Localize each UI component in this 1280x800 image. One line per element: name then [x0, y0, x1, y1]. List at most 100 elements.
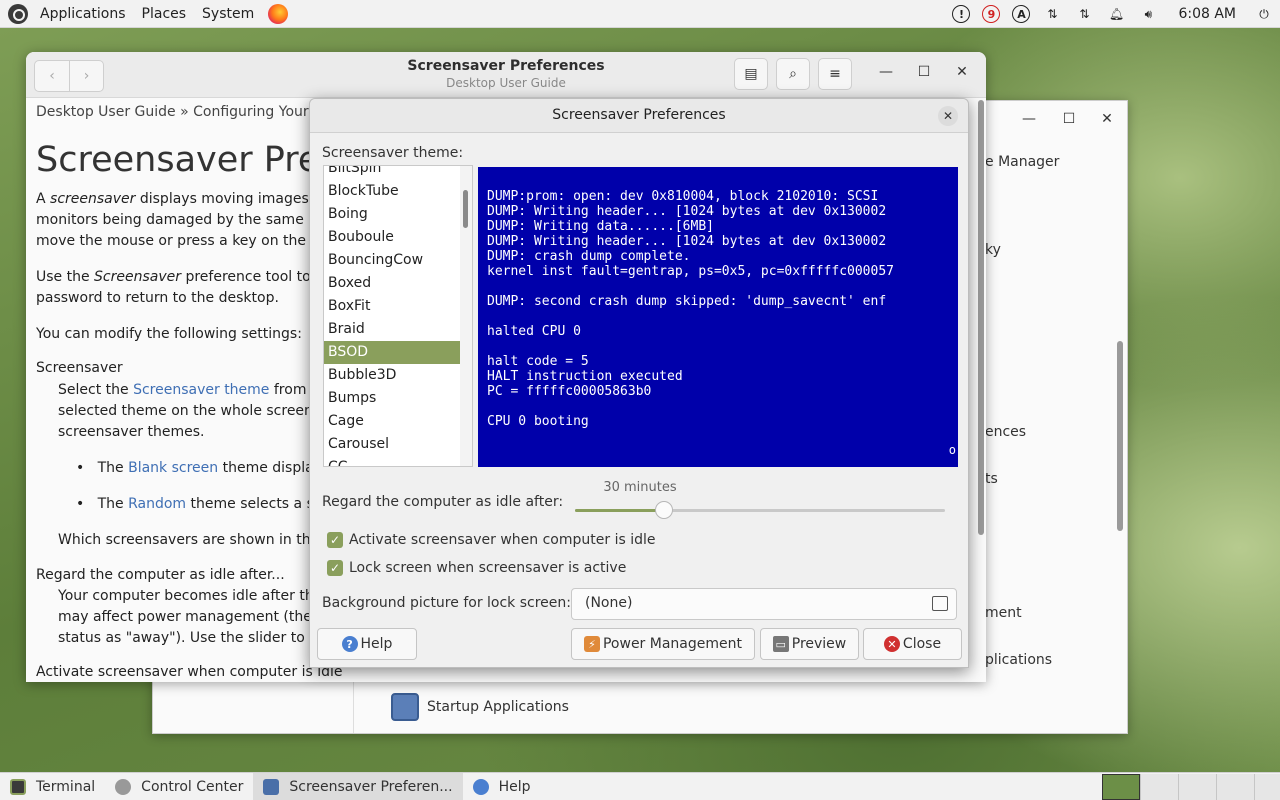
bookmarks-icon[interactable]: ▤ — [734, 58, 768, 90]
menu-icon[interactable]: ≡ — [818, 58, 852, 90]
text: The — [97, 460, 129, 476]
workspace-4[interactable] — [1216, 774, 1254, 800]
clock[interactable]: 6:08 AM — [1178, 6, 1236, 22]
cc-item-management[interactable]: ment — [985, 605, 1022, 621]
theme-list-item[interactable]: BlitSpin — [324, 166, 471, 180]
taskbar-terminal[interactable]: Terminal — [0, 773, 105, 800]
minimize-icon[interactable]: — — [876, 64, 896, 80]
firefox-icon[interactable] — [268, 3, 289, 24]
taskbar-help[interactable]: Help — [463, 773, 541, 800]
preview-text-line: DUMP: crash dump complete. — [487, 249, 691, 264]
cc-close-icon[interactable]: ✕ — [1097, 111, 1117, 127]
theme-list-item[interactable]: Bubble3D — [324, 364, 471, 387]
theme-list-item[interactable]: BoxFit — [324, 295, 471, 318]
dialog-titlebar: Screensaver Preferences ✕ — [310, 99, 968, 133]
power-icon[interactable]: ⏻ — [1254, 4, 1274, 24]
close-button-icon: ✕ — [883, 636, 900, 652]
help-button[interactable]: ? Help — [317, 628, 417, 660]
preview-text-line — [487, 399, 958, 414]
bg-picture-value: (None) — [585, 595, 633, 611]
workspace-2[interactable] — [1140, 774, 1178, 800]
bell-icon[interactable]: 🔔︎ — [1106, 4, 1126, 24]
idle-slider-handle[interactable] — [654, 501, 673, 519]
theme-list-item[interactable]: Carousel — [324, 433, 471, 456]
theme-list-item[interactable]: Bouboule — [324, 226, 471, 249]
network-secondary-icon[interactable]: ⇅ — [1074, 4, 1094, 24]
startup-applications-label[interactable]: Startup Applications — [427, 699, 569, 715]
places-menu[interactable]: Places — [134, 0, 195, 28]
top-panel: Applications Places System ! 9 A ⇅ ⇅ 🔔︎ … — [0, 0, 1280, 28]
screensaver-theme-link[interactable]: Screensaver theme — [133, 382, 269, 398]
text: Select the — [58, 382, 134, 398]
startup-applications-icon[interactable] — [391, 693, 419, 721]
lock-checkbox-row[interactable]: ✓ Lock screen when screensaver is active — [327, 560, 626, 576]
theme-list[interactable]: BlitSpin BlockTube Boing Bouboule BouncingCo… — [323, 165, 472, 467]
help-scrollbar[interactable] — [978, 100, 984, 535]
cc-item-applications[interactable]: plications — [985, 652, 1052, 668]
theme-list-item[interactable]: Cage — [324, 410, 471, 433]
dialog-close-icon[interactable]: ✕ — [938, 106, 958, 126]
volume-icon[interactable]: 🔊︎ — [1138, 4, 1158, 24]
preview-text-line: DUMP: Writing header... [1024 bytes at d… — [487, 204, 887, 219]
preview-button[interactable]: ▭ Preview — [760, 628, 859, 660]
maximize-icon[interactable]: ☐ — [914, 64, 934, 80]
close-icon[interactable]: ✕ — [952, 64, 972, 80]
taskbar-label: Screensaver Preferen... — [289, 778, 453, 795]
accessibility-icon[interactable]: A — [1012, 5, 1031, 23]
preview-icon: ▭ — [772, 636, 789, 652]
taskbar-control-center[interactable]: Control Center — [105, 773, 253, 800]
cc-scrollbar[interactable] — [1117, 341, 1123, 531]
preview-text-line: halted CPU 0 — [487, 324, 581, 339]
power-management-button[interactable]: ⚡ Power Management — [571, 628, 755, 660]
theme-list-item[interactable]: Boxed — [324, 272, 471, 295]
theme-items: BlitSpin BlockTube Boing Bouboule BouncingCo… — [324, 166, 471, 466]
workspace-1[interactable] — [1102, 774, 1140, 800]
activate-checkbox-row[interactable]: ✓ Activate screensaver when computer is … — [327, 532, 655, 548]
text-em: Screensaver — [94, 269, 181, 285]
theme-list-item[interactable]: CC — [324, 456, 471, 466]
theme-list-item[interactable]: BouncingCow — [324, 249, 471, 272]
theme-list-scroll-thumb[interactable] — [463, 190, 468, 228]
preview-corner-text: o — [948, 443, 956, 457]
search-icon[interactable]: ⌕ — [776, 58, 810, 90]
cc-item-preferences[interactable]: ences — [985, 424, 1026, 440]
preview-text-line: DUMP: Writing header... [1024 bytes at d… — [487, 234, 887, 249]
terminal-icon — [10, 778, 26, 795]
cc-maximize-icon[interactable]: ☐ — [1059, 111, 1079, 127]
cc-item-manager[interactable]: e Manager — [985, 154, 1059, 170]
taskbar-screensaver[interactable]: Screensaver Preferen... — [253, 772, 463, 800]
lock-checkbox[interactable]: ✓ — [327, 560, 343, 576]
random-link[interactable]: Random — [128, 496, 186, 512]
preview-text-line — [487, 309, 958, 324]
close-button[interactable]: ✕ Close — [863, 628, 962, 660]
help-headerbar: ‹ › Screensaver Preferences Desktop User… — [26, 52, 986, 98]
cc-item-ts[interactable]: ts — [985, 471, 998, 487]
power-management-label: Power Management — [602, 636, 742, 652]
system-tray: ! 9 A ⇅ ⇅ 🔔︎ 🔊︎ 6:08 AM ⏻ — [946, 0, 1280, 28]
cc-minimize-icon[interactable]: — — [1019, 111, 1039, 127]
theme-list-item[interactable]: Bumps — [324, 387, 471, 410]
activate-checkbox[interactable]: ✓ — [327, 532, 343, 548]
trash-icon[interactable] — [1254, 774, 1280, 800]
help-task-icon — [472, 778, 489, 795]
network-icon[interactable]: ⇅ — [1042, 4, 1062, 24]
cc-item-ky[interactable]: ky — [985, 242, 1001, 258]
theme-list-item[interactable]: BlockTube — [324, 180, 471, 203]
theme-list-scrollbar[interactable] — [460, 165, 473, 467]
distro-logo-icon[interactable] — [8, 3, 28, 24]
preview-text-line: CPU 0 booting — [487, 414, 589, 429]
idle-slider[interactable] — [575, 501, 945, 519]
file-browse-icon[interactable] — [932, 596, 948, 611]
preview-button-label: Preview — [791, 636, 847, 652]
workspace-3[interactable] — [1178, 774, 1216, 800]
bg-picture-chooser[interactable]: (None) — [571, 588, 957, 620]
screensaver-dialog: Screensaver Preferences ✕ Screensaver th… — [309, 98, 969, 668]
theme-list-item[interactable]: Braid — [324, 318, 471, 341]
update-info-icon[interactable]: ! — [952, 5, 971, 23]
applications-menu[interactable]: Applications — [32, 0, 134, 28]
notification-count-badge[interactable]: 9 — [982, 5, 1001, 23]
system-menu[interactable]: System — [194, 0, 262, 28]
theme-list-item[interactable]: Boing — [324, 203, 471, 226]
theme-list-item[interactable]: BSOD — [324, 341, 471, 364]
blank-screen-link[interactable]: Blank screen — [128, 460, 218, 476]
